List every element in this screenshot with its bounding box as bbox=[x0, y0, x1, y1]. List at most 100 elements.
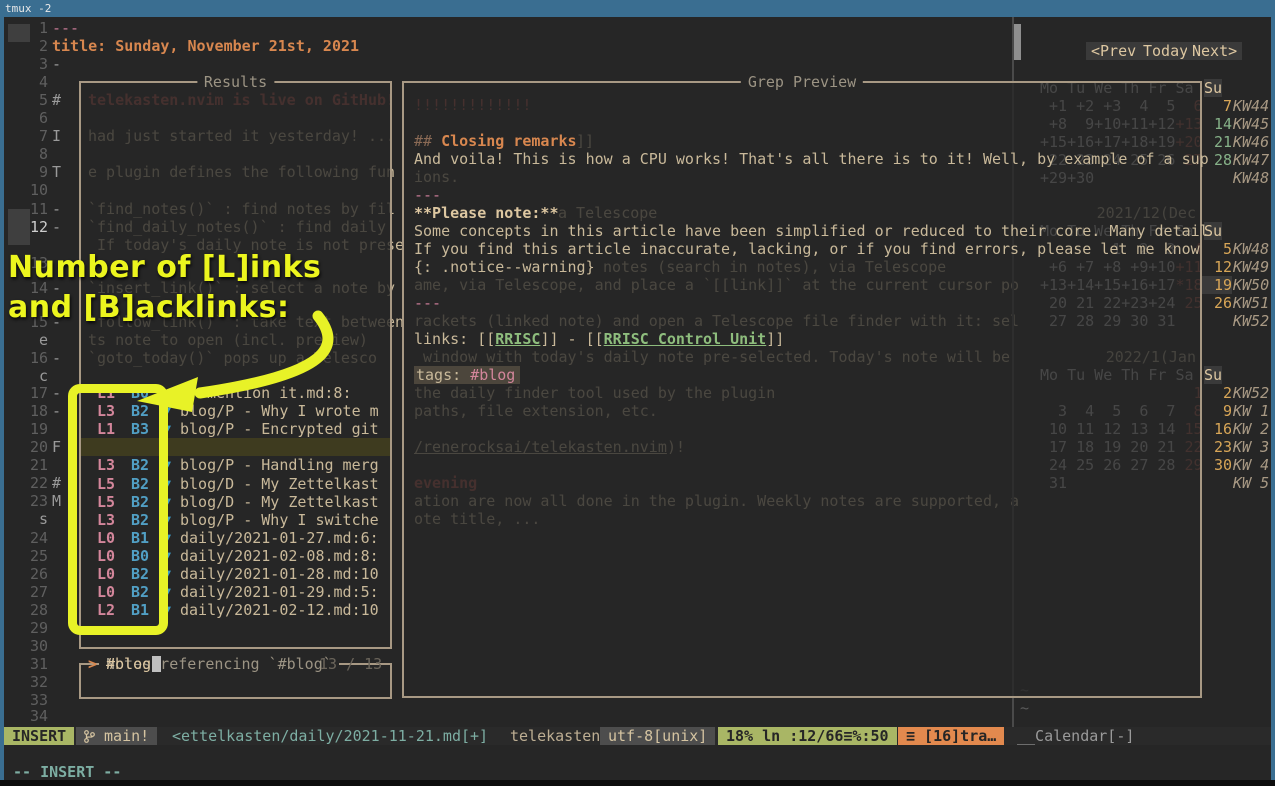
statusline: INSERT main! <ettelkasten/daily/2021-11-… bbox=[4, 727, 1271, 745]
preview-text: #blog bbox=[470, 366, 515, 384]
buffer-text: - bbox=[52, 384, 61, 402]
annotation-highlight-box bbox=[68, 384, 168, 635]
preview-text: ## bbox=[414, 132, 441, 150]
calendar-nav-prev[interactable]: <Prev bbox=[1086, 42, 1141, 60]
result-item-label: blog/P - Encrypted git bbox=[180, 420, 379, 438]
buffer-text: - bbox=[52, 218, 61, 236]
calendar-sunday[interactable]: 12 bbox=[1202, 258, 1232, 276]
buffer-text: - bbox=[52, 55, 61, 73]
preview-text: --- bbox=[414, 294, 441, 312]
calendar-sunday[interactable]: 14 bbox=[1202, 115, 1232, 133]
calendar-week-number: KW 1 bbox=[1233, 402, 1269, 420]
calendar-sunday[interactable]: 26 bbox=[1202, 294, 1232, 312]
preview-window: Grep Preview bbox=[402, 81, 1202, 698]
pane-mark bbox=[8, 24, 30, 42]
result-item-label: daily/2021-01-27.md:6: bbox=[180, 529, 379, 547]
empty-line-tilde: ~ bbox=[1020, 699, 1029, 717]
preview-line: --- bbox=[414, 186, 441, 204]
result-item-label: blog/P - Handling merg bbox=[180, 456, 379, 474]
cursor-position-label: 18% ln :12/66≡%:50 bbox=[718, 727, 897, 745]
calendar-nav-next[interactable]: Next> bbox=[1187, 42, 1242, 60]
preview-line: **Please note:** bbox=[414, 204, 559, 222]
filename-label: <ettelkasten/daily/2021-11-21.md[+] bbox=[164, 727, 496, 745]
calendar-sunday[interactable]: 16 bbox=[1202, 420, 1232, 438]
result-item-label: daily/2021-02-12.md:10 bbox=[180, 601, 379, 619]
calendar-sunday[interactable]: 19 bbox=[1202, 276, 1232, 294]
line-number: 21 bbox=[8, 456, 48, 474]
result-count: 13 / 13 bbox=[319, 655, 382, 673]
preview-text: {: .notice--warning} bbox=[414, 258, 595, 276]
calendar-week-number: KW49 bbox=[1233, 258, 1269, 276]
calendar-sunday[interactable]: 5 bbox=[1202, 240, 1232, 258]
command-line-mode: -- INSERT -- bbox=[13, 763, 121, 781]
calendar-week-number: KW 3 bbox=[1233, 438, 1269, 456]
preview-line: Some concepts in this article have been … bbox=[414, 222, 1209, 240]
result-item-label: blog/D - My Zettelkast bbox=[180, 475, 379, 493]
preview-text: Some concepts in this article have been … bbox=[414, 222, 1209, 240]
line-number: 31 bbox=[8, 655, 48, 673]
plugin-label: telekasten bbox=[502, 727, 608, 745]
line-number: 27 bbox=[8, 583, 48, 601]
line-number: 3 bbox=[8, 55, 48, 73]
annotation-text-line2: and [B]acklinks: bbox=[8, 288, 290, 328]
line-number: 32 bbox=[8, 673, 48, 691]
preview-line: {: .notice--warning} bbox=[414, 258, 595, 276]
result-item-label: blog/P - Why I switche bbox=[180, 511, 379, 529]
preview-line: ## Closing remarks bbox=[414, 132, 577, 150]
buffer-text: # bbox=[52, 474, 61, 492]
line-number: 9 bbox=[8, 163, 48, 181]
prompt-caret: > bbox=[88, 655, 97, 673]
terminal-screen: tmux -2 12345678910111213141516171819202… bbox=[0, 0, 1275, 786]
calendar-week-number: KW 5 bbox=[1233, 474, 1269, 492]
calendar-statusline: __Calendar[-] bbox=[1008, 727, 1271, 745]
line-number: 22 bbox=[8, 474, 48, 492]
results-title: Results bbox=[197, 73, 274, 91]
git-branch-icon bbox=[84, 730, 95, 743]
git-branch-label: main! bbox=[104, 727, 149, 745]
line-number: 34 bbox=[8, 707, 48, 725]
line-number: 28 bbox=[8, 601, 48, 619]
text-cursor bbox=[152, 656, 161, 672]
calendar-week-number: KW46 bbox=[1233, 133, 1269, 151]
line-number: 30 bbox=[8, 637, 48, 655]
buffer-text: # bbox=[52, 91, 61, 109]
calendar-sunday[interactable]: 30 bbox=[1202, 456, 1232, 474]
calendar-week-number: KW52 bbox=[1233, 312, 1269, 330]
preview-text: links: [[ bbox=[414, 330, 495, 348]
line-number: 17 bbox=[8, 384, 48, 402]
line-number: 10 bbox=[8, 181, 48, 199]
preview-text: tags: bbox=[416, 366, 470, 384]
calendar-week-number: KW47 bbox=[1233, 151, 1269, 169]
line-number: 8 bbox=[8, 145, 48, 163]
calendar-sunday[interactable]: 9 bbox=[1202, 402, 1232, 420]
buffer-text: F bbox=[52, 438, 61, 456]
calendar-sunday[interactable]: 2 bbox=[1202, 384, 1232, 402]
line-number: 25 bbox=[8, 547, 48, 565]
calendar-week-number: KW 4 bbox=[1233, 456, 1269, 474]
preview-line: links: [[RRISC]] - [[RRISC Control Unit]… bbox=[414, 330, 784, 348]
calendar-sunday[interactable]: 7 bbox=[1202, 97, 1232, 115]
result-item-label: daily/2021-01-28.md:10 bbox=[180, 565, 379, 583]
result-item-label: blog/D - My Zettelkast bbox=[180, 493, 379, 511]
calendar-sunday[interactable]: 23 bbox=[1202, 438, 1232, 456]
result-item-label: blog/P - Why I wrote m bbox=[180, 402, 379, 420]
editor-area: 1234567891011121314151617181920212223242… bbox=[4, 17, 1271, 780]
line-number: 6 bbox=[8, 109, 48, 127]
calendar-sunday[interactable]: 21 bbox=[1202, 133, 1232, 151]
search-input[interactable]: #blog bbox=[106, 655, 151, 673]
preview-text: Closing remarks bbox=[441, 132, 576, 150]
preview-line: tags: #blog bbox=[414, 366, 520, 384]
preview-text: If you find this article inaccurate, lac… bbox=[414, 240, 1200, 258]
buffer-text: - bbox=[52, 402, 61, 420]
trailing-whitespace-warning: ≡ [16]tra… bbox=[898, 727, 1004, 745]
tmux-titlebar: tmux -2 bbox=[0, 0, 1275, 17]
buffer-text: title: Sunday, November 21st, 2021 bbox=[52, 37, 359, 55]
git-branch-segment: main! bbox=[76, 727, 157, 745]
line-number: 29 bbox=[8, 619, 48, 637]
line-number: 4 bbox=[8, 73, 48, 91]
buffer-text: - bbox=[52, 200, 61, 218]
calendar-nav-today[interactable]: Today bbox=[1138, 42, 1193, 60]
result-item-label: daily/2021-01-29.md:5: bbox=[180, 583, 379, 601]
mode-indicator: INSERT bbox=[4, 727, 74, 745]
line-number: 18 bbox=[8, 402, 48, 420]
